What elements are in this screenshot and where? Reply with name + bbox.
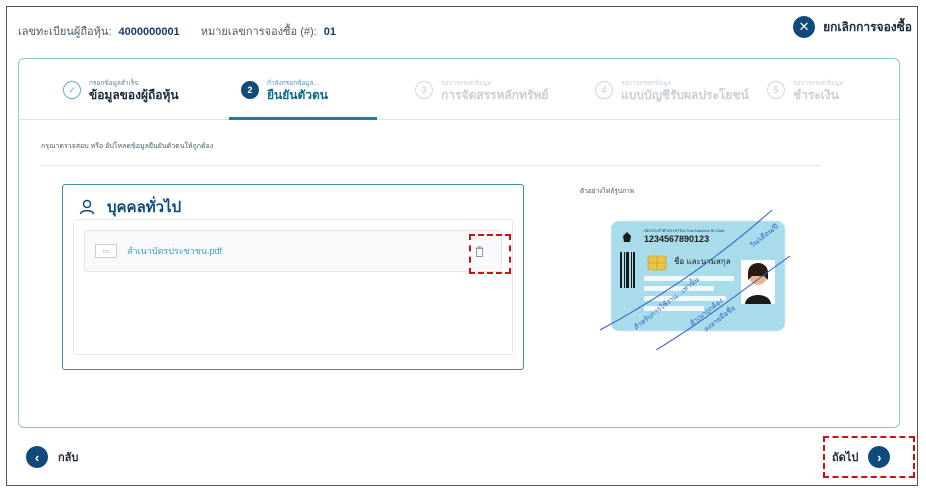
holder-number-label: เลขทะเบียนผู้ถือหุ้น: (18, 26, 112, 38)
step-2[interactable]: 2 กำลังกรอกข้อมูล... ยืนยันตัวตน (241, 79, 328, 103)
user-icon (79, 199, 95, 215)
header-info: เลขทะเบียนผู้ถือหุ้น: 4000000001 หมายเลข… (18, 22, 354, 40)
section-divider (41, 165, 821, 166)
file-list: ▭ สำเนาบัตรประชาชน.pdf (73, 219, 513, 355)
step-5: 5 รอการกรอกข้อมูล ชำระเงิน (767, 79, 843, 103)
check-icon: ✓ (63, 81, 81, 99)
back-button[interactable]: ‹ กลับ (26, 446, 78, 468)
step-caption: รอการกรอกข้อมูล (441, 80, 492, 87)
active-step-indicator (229, 117, 377, 120)
step-title: แบบบัญชีรับผลประโยชน์ (621, 88, 749, 102)
stepper-divider (19, 119, 899, 120)
stepper: ✓ กรอกข้อมูลสำเร็จ ข้อมูลของผู้ถือหุ้น 2… (19, 59, 899, 121)
step-caption: รอการกรอกข้อมูล (621, 80, 672, 87)
file-name-link[interactable]: สำเนาบัตรประชาชน.pdf (127, 244, 222, 258)
file-thumbnail-icon: ▭ (95, 244, 117, 258)
step-caption: กรอกข้อมูลสำเร็จ (89, 80, 139, 87)
instruction-text: กรุณาตรวจสอบ หรือ อัปโหลดข้อมูลยืนยันตัว… (41, 143, 214, 150)
card-number-text: 1234567890123 (644, 234, 709, 244)
close-icon: ✕ (793, 16, 816, 38)
sample-label: ตัวอย่างไฟล์รูปภาพ (580, 188, 635, 195)
step-title: ข้อมูลของผู้ถือหุ้น (89, 88, 179, 102)
person-title-label: บุคคลทั่วไป (107, 199, 182, 216)
booking-number-label: หมายเลขการจองซื้อ (#): (200, 26, 317, 38)
step-title: ยืนยันตัวตน (267, 88, 328, 102)
cancel-booking-label: ยกเลิกการจองซื้อ (823, 19, 912, 34)
chevron-left-icon: ‹ (26, 446, 48, 468)
next-highlight-box (823, 436, 915, 478)
card-name-text: ชื่อ และนามสกุล (674, 255, 731, 266)
cancel-booking-button[interactable]: ✕ ยกเลิกการจองซื้อ (793, 16, 912, 38)
step-caption: รอการกรอกข้อมูล (793, 80, 844, 87)
step-caption: กำลังกรอกข้อมูล... (267, 80, 320, 87)
sample-id-card-image: บัตรประจำตัวประชาชน Thai National ID Car… (596, 200, 792, 351)
step-number-icon: 5 (767, 81, 785, 99)
step-3: 3 รอการกรอกข้อมูล การจัดสรรหลักทรัพย์ (415, 79, 548, 103)
holder-number-value: 4000000001 (118, 26, 180, 38)
step-number-icon: 3 (415, 81, 433, 99)
step-title: ชำระเงิน (793, 88, 839, 102)
file-item[interactable]: ▭ สำเนาบัตรประชาชน.pdf (84, 230, 502, 272)
card-header-text: บัตรประจำตัวประชาชน Thai National ID Car… (644, 228, 724, 233)
step-number-icon: 4 (595, 81, 613, 99)
step-number-icon: 2 (241, 81, 259, 99)
back-label: กลับ (58, 452, 79, 464)
step-4: 4 รอการกรอกข้อมูล แบบบัญชีรับผลประโยชน์ (595, 79, 749, 103)
person-section: บุคคลทั่วไป ▭ สำเนาบัตรประชาชน.pdf (62, 184, 524, 370)
step-1[interactable]: ✓ กรอกข้อมูลสำเร็จ ข้อมูลของผู้ถือหุ้น (63, 79, 179, 103)
delete-highlight-box (469, 234, 511, 274)
step-title: การจัดสรรหลักทรัพย์ (441, 88, 549, 102)
booking-number-value: 01 (323, 26, 337, 38)
person-section-title: บุคคลทั่วไป (79, 195, 181, 219)
